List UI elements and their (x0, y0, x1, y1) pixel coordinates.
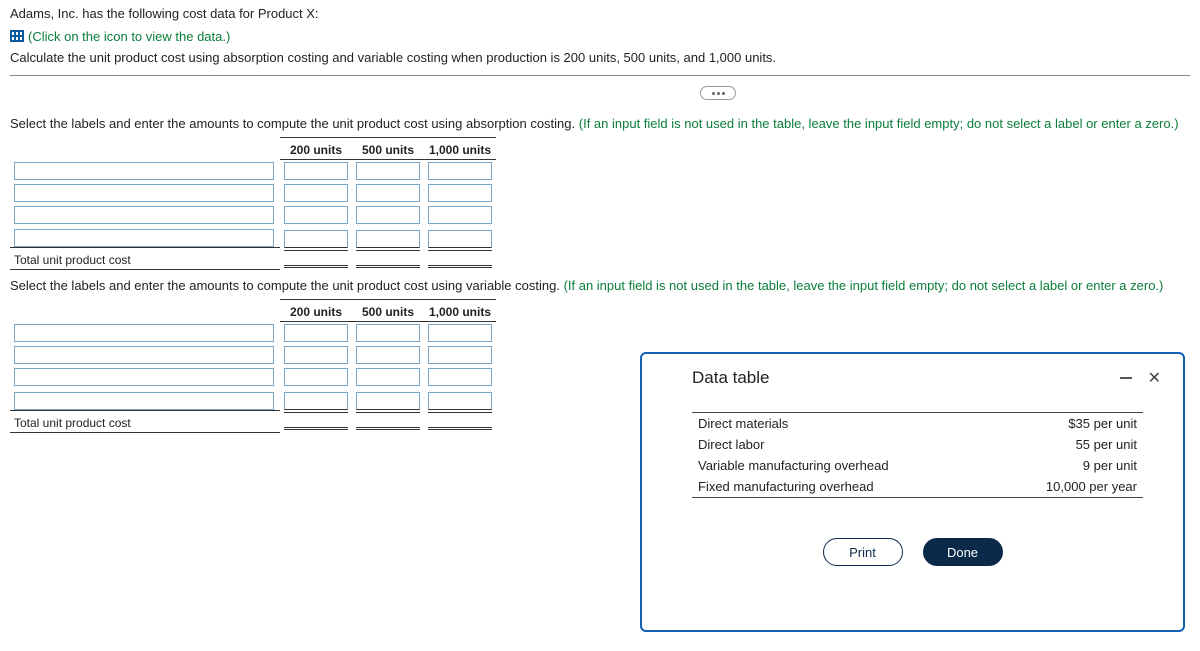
abs-cell-input[interactable] (284, 230, 348, 248)
data-table-modal: Data table ✕ Direct materials $35 per un… (640, 352, 1185, 632)
col-1000: 1,000 units (424, 137, 496, 159)
total-row: Total unit product cost (10, 248, 496, 270)
close-icon[interactable]: ✕ (1148, 368, 1161, 388)
abs-cell-input[interactable] (428, 206, 492, 224)
abs-total-label: Total unit product cost (10, 248, 280, 270)
abs-cell-input[interactable] (428, 230, 492, 248)
abs-label-input[interactable] (14, 206, 274, 224)
col-200: 200 units (280, 300, 352, 322)
table-row (10, 182, 496, 204)
data-row: Direct labor 55 per unit (692, 434, 1143, 455)
data-label: Direct materials (698, 416, 788, 431)
variable-table: 200 units 500 units 1,000 units (10, 299, 496, 433)
col-200: 200 units (280, 137, 352, 159)
var-cell-input[interactable] (284, 346, 348, 364)
view-data-link[interactable]: (Click on the icon to view the data.) (10, 29, 230, 44)
print-button[interactable]: Print (823, 538, 903, 566)
var-cell-input[interactable] (284, 368, 348, 386)
variable-prompt: Select the labels and enter the amounts … (10, 278, 1190, 293)
abs-cell-input[interactable] (356, 184, 420, 202)
var-cell-input[interactable] (428, 346, 492, 364)
table-icon (10, 30, 24, 42)
data-label: Fixed manufacturing overhead (698, 479, 874, 494)
data-row: Variable manufacturing overhead 9 per un… (692, 455, 1143, 476)
data-rows: Direct materials $35 per unit Direct lab… (692, 412, 1143, 498)
abs-cell-input[interactable] (284, 206, 348, 224)
total-row: Total unit product cost (10, 410, 496, 432)
absorption-table: 200 units 500 units 1,000 units (10, 137, 496, 271)
abs-cell-input[interactable] (284, 184, 348, 202)
var-cell-input[interactable] (356, 392, 420, 410)
var-cell-input[interactable] (284, 392, 348, 410)
variable-prompt-text: Select the labels and enter the amounts … (10, 278, 564, 293)
table-row (10, 226, 496, 248)
var-label-input[interactable] (14, 392, 274, 410)
data-row: Direct materials $35 per unit (692, 413, 1143, 434)
absorption-prompt-text: Select the labels and enter the amounts … (10, 116, 579, 131)
data-label: Direct labor (698, 437, 764, 452)
view-data-text: (Click on the icon to view the data.) (28, 29, 230, 44)
abs-label-input[interactable] (14, 229, 274, 247)
absorption-prompt-hint: (If an input field is not used in the ta… (579, 116, 1179, 131)
var-total-label: Total unit product cost (10, 410, 280, 432)
abs-cell-input[interactable] (356, 230, 420, 248)
abs-cell-input[interactable] (284, 162, 348, 180)
intro-line-1: Adams, Inc. has the following cost data … (10, 6, 1190, 21)
data-value: $35 per unit (1068, 416, 1137, 431)
var-cell-input[interactable] (356, 346, 420, 364)
divider (10, 75, 1190, 76)
table-row (10, 159, 496, 182)
abs-cell-input[interactable] (428, 184, 492, 202)
abs-label-input[interactable] (14, 162, 274, 180)
data-value: 55 per unit (1076, 437, 1137, 452)
data-value: 10,000 per year (1046, 479, 1137, 494)
abs-cell-input[interactable] (428, 162, 492, 180)
abs-label-input[interactable] (14, 184, 274, 202)
minimize-icon[interactable] (1120, 377, 1132, 379)
var-cell-input[interactable] (356, 324, 420, 342)
abs-cell-input[interactable] (356, 162, 420, 180)
abs-cell-input[interactable] (356, 206, 420, 224)
data-row: Fixed manufacturing overhead 10,000 per … (692, 476, 1143, 497)
var-cell-input[interactable] (356, 368, 420, 386)
modal-title: Data table (692, 368, 770, 388)
var-cell-input[interactable] (428, 324, 492, 342)
table-row (10, 344, 496, 366)
more-options-pill[interactable] (700, 86, 736, 100)
done-button[interactable]: Done (923, 538, 1003, 566)
var-label-input[interactable] (14, 368, 274, 386)
var-cell-input[interactable] (284, 324, 348, 342)
data-value: 9 per unit (1083, 458, 1137, 473)
table-row (10, 204, 496, 226)
absorption-prompt: Select the labels and enter the amounts … (10, 116, 1190, 131)
col-1000: 1,000 units (424, 300, 496, 322)
var-label-input[interactable] (14, 324, 274, 342)
calc-instruction: Calculate the unit product cost using ab… (10, 50, 1190, 65)
var-label-input[interactable] (14, 346, 274, 364)
table-row (10, 322, 496, 345)
table-row (10, 366, 496, 388)
variable-prompt-hint: (If an input field is not used in the ta… (564, 278, 1164, 293)
col-500: 500 units (352, 137, 424, 159)
var-cell-input[interactable] (428, 368, 492, 386)
data-label: Variable manufacturing overhead (698, 458, 889, 473)
col-500: 500 units (352, 300, 424, 322)
var-cell-input[interactable] (428, 392, 492, 410)
table-row (10, 388, 496, 410)
